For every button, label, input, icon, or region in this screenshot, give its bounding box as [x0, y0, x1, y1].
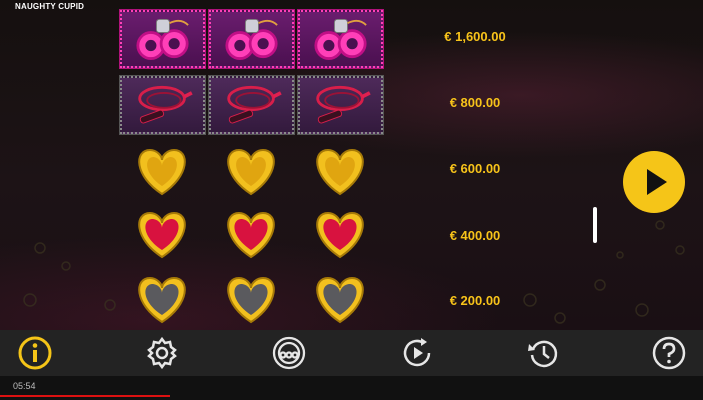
play-button[interactable]: [623, 151, 685, 213]
gold-heart-icon: [209, 142, 294, 200]
help-button[interactable]: [651, 335, 687, 371]
silver-heart-icon: [298, 270, 383, 328]
replay-button[interactable]: [399, 335, 435, 371]
info-button[interactable]: [17, 335, 53, 371]
paytable-row-handcuffs: [119, 9, 386, 69]
silver-heart-icon: [209, 270, 294, 328]
progress-line: [0, 395, 170, 397]
paytable-row-gold-heart: [120, 142, 386, 200]
history-icon: [528, 340, 558, 368]
paytable-screen: NAUGHTY CUPID € 1,600.00 € 800.00 € 600.…: [0, 0, 703, 330]
status-bar: 05:54: [0, 376, 703, 400]
paytable-row-whip: [119, 75, 386, 135]
info-icon: [18, 336, 52, 370]
paytable-row-red-heart: [120, 205, 386, 263]
history-button[interactable]: [526, 335, 562, 371]
scrollbar-thumb[interactable]: [593, 207, 597, 243]
red-heart-icon: [209, 205, 294, 263]
game-title: NAUGHTY CUPID: [15, 2, 85, 11]
help-icon: [652, 336, 686, 370]
prize-red-heart: € 400.00: [449, 228, 501, 243]
whip-icon: [119, 75, 206, 135]
prize-handcuffs: € 1,600.00: [444, 29, 506, 44]
red-heart-icon: [298, 205, 383, 263]
whip-icon: [297, 75, 384, 135]
clock: 05:54: [13, 381, 36, 391]
whip-icon: [208, 75, 295, 135]
silver-heart-icon: [120, 270, 205, 328]
handcuffs-icon: [297, 9, 384, 69]
gold-heart-icon: [298, 142, 383, 200]
red-heart-icon: [120, 205, 205, 263]
settings-gear-icon: [147, 336, 177, 370]
prize-silver-heart: € 200.00: [449, 293, 501, 308]
settings-button[interactable]: [144, 335, 180, 371]
bottom-toolbar: [0, 330, 703, 376]
play-icon: [647, 169, 667, 195]
autoplay-button[interactable]: [271, 335, 307, 371]
prize-gold-heart: € 600.00: [449, 161, 501, 176]
replay-icon: [403, 338, 431, 367]
autoplay-icon: [272, 336, 306, 370]
prize-whip: € 800.00: [449, 95, 501, 110]
handcuffs-icon: [208, 9, 295, 69]
handcuffs-icon: [119, 9, 206, 69]
gold-heart-icon: [120, 142, 205, 200]
paytable-row-silver-heart: [120, 270, 386, 328]
